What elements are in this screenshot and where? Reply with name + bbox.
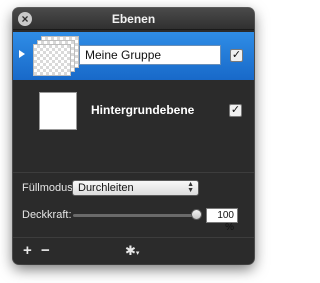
- group-thumbnail-sheet: [33, 44, 71, 76]
- layer-row-background[interactable]: Hintergrundebene ✓: [13, 84, 254, 134]
- divider: [13, 172, 254, 173]
- title-bar: × Ebenen: [13, 8, 254, 30]
- layer-row-group[interactable]: Meine Gruppe ✓: [13, 32, 254, 80]
- opacity-slider[interactable]: [73, 214, 197, 217]
- gear-icon[interactable]: ✱▾: [125, 244, 139, 261]
- blend-mode-value: Durchleiten: [78, 182, 134, 194]
- disclosure-triangle-icon[interactable]: [19, 50, 25, 58]
- panel-title: Ebenen: [111, 12, 156, 26]
- select-arrows-icon: ▲ ▼: [187, 181, 194, 194]
- add-layer-icon[interactable]: +: [23, 243, 32, 258]
- opacity-slider-knob[interactable]: [191, 209, 202, 220]
- group-thumbnail: [33, 36, 81, 78]
- layer-name-input[interactable]: Meine Gruppe: [79, 45, 221, 65]
- bottom-toolbar: + − ✱▾: [13, 238, 254, 264]
- layer-thumbnail: [39, 92, 77, 130]
- opacity-value-field[interactable]: 100 %: [206, 208, 238, 233]
- layers-panel: × Ebenen Meine Gruppe ✓ Hintergrundebene…: [13, 8, 254, 264]
- blend-mode-select[interactable]: Durchleiten ▲ ▼: [72, 180, 199, 196]
- blend-mode-label: Füllmodus:: [22, 182, 76, 194]
- layer-name: Hintergrundebene: [91, 103, 195, 117]
- visibility-checkbox[interactable]: ✓: [230, 49, 243, 62]
- remove-layer-icon[interactable]: −: [41, 243, 50, 258]
- visibility-checkbox[interactable]: ✓: [229, 104, 242, 117]
- layer-list: Meine Gruppe ✓ Hintergrundebene ✓: [13, 30, 254, 172]
- opacity-label: Deckkraft:: [22, 209, 72, 221]
